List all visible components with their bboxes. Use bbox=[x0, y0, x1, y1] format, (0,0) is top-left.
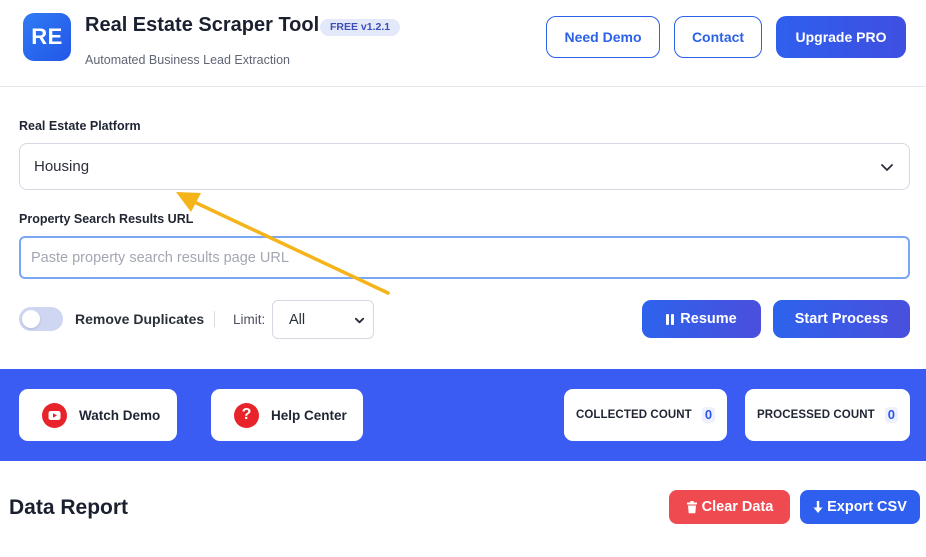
export-csv-button[interactable]: Export CSV bbox=[800, 490, 920, 524]
need-demo-button[interactable]: Need Demo bbox=[546, 16, 660, 58]
help-center-button[interactable]: ? Help Center bbox=[211, 389, 363, 441]
toggle-knob bbox=[22, 310, 40, 328]
clear-data-label: Clear Data bbox=[701, 499, 774, 515]
upgrade-pro-button[interactable]: Upgrade PRO bbox=[776, 16, 906, 58]
chevron-down-icon bbox=[881, 164, 893, 171]
app-logo: RE bbox=[23, 13, 71, 61]
limit-label: Limit: bbox=[233, 312, 266, 327]
divider bbox=[214, 311, 215, 327]
youtube-icon bbox=[42, 402, 67, 428]
processed-count-label: PROCESSED COUNT bbox=[756, 409, 875, 421]
resume-button[interactable]: Resume bbox=[642, 300, 761, 338]
clear-data-button[interactable]: Clear Data bbox=[669, 490, 790, 524]
remove-duplicates-toggle[interactable] bbox=[19, 307, 63, 331]
app-title: Real Estate Scraper Tool bbox=[85, 14, 320, 36]
url-label: Property Search Results URL bbox=[19, 212, 194, 226]
report-title: Data Report bbox=[9, 496, 129, 519]
chevron-down-icon bbox=[354, 317, 365, 324]
platform-label: Real Estate Platform bbox=[19, 119, 141, 133]
platform-select[interactable]: Housing bbox=[19, 143, 910, 190]
app-header: RE Real Estate Scraper Tool FREE v1.2.1 … bbox=[0, 0, 926, 87]
processed-count-card: PROCESSED COUNT 0 bbox=[745, 389, 910, 441]
remove-duplicates-label: Remove Duplicates bbox=[75, 311, 205, 327]
pause-icon bbox=[666, 313, 675, 325]
trash-icon bbox=[686, 500, 697, 513]
watch-demo-button[interactable]: Watch Demo bbox=[19, 389, 177, 441]
help-center-label: Help Center bbox=[271, 407, 347, 423]
resume-label: Resume bbox=[680, 311, 737, 327]
limit-select[interactable]: All bbox=[272, 300, 374, 339]
app-subtitle: Automated Business Lead Extraction bbox=[85, 53, 290, 67]
download-icon bbox=[813, 500, 823, 513]
contact-button[interactable]: Contact bbox=[674, 16, 762, 58]
version-badge: FREE v1.2.1 bbox=[320, 19, 401, 36]
export-csv-label: Export CSV bbox=[827, 499, 907, 515]
watch-demo-label: Watch Demo bbox=[79, 407, 161, 423]
url-input[interactable] bbox=[19, 236, 910, 279]
collected-count-label: COLLECTED COUNT bbox=[575, 409, 692, 421]
platform-selected-value: Housing bbox=[34, 158, 90, 175]
help-icon: ? bbox=[234, 402, 259, 428]
collected-count-card: COLLECTED COUNT 0 bbox=[564, 389, 727, 441]
start-process-button[interactable]: Start Process bbox=[773, 300, 910, 338]
limit-selected-value: All bbox=[289, 311, 306, 328]
processed-count-value: 0 bbox=[884, 407, 899, 423]
collected-count-value: 0 bbox=[701, 407, 716, 423]
